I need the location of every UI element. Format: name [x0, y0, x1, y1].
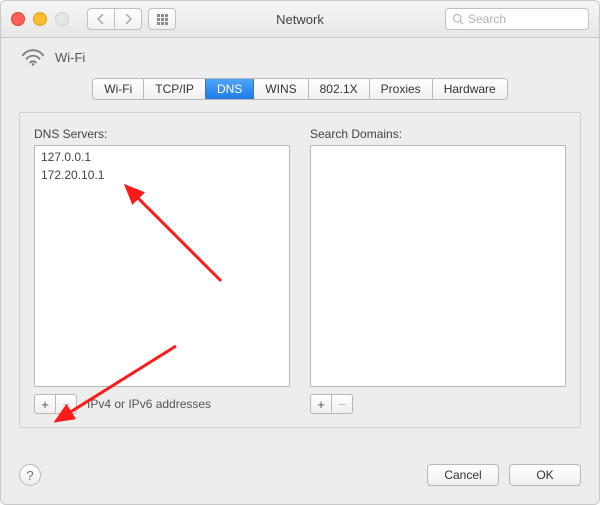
dns-panel: DNS Servers: 127.0.0.1172.20.10.1 + − IP… [19, 112, 581, 428]
dns-servers-column: DNS Servers: 127.0.0.1172.20.10.1 + − IP… [34, 127, 290, 415]
cancel-button[interactable]: Cancel [427, 464, 499, 486]
back-button[interactable] [88, 9, 114, 29]
chevron-left-icon [97, 14, 105, 24]
toolbar-nav-group [87, 8, 176, 30]
search-field[interactable]: Search [445, 8, 589, 30]
remove-dns-server-button[interactable]: − [55, 395, 76, 413]
close-window-button[interactable] [11, 12, 25, 26]
search-wrap: Search [445, 8, 589, 30]
dns-servers-footer: + − IPv4 or IPv6 addresses [34, 393, 290, 415]
dns-servers-label: DNS Servers: [34, 127, 290, 141]
preferences-window: Network Search Wi-Fi Wi-FiTCP/IPDNSWINS8… [0, 0, 600, 505]
tab-tcp-ip[interactable]: TCP/IP [143, 79, 205, 99]
tab-hardware[interactable]: Hardware [432, 79, 507, 99]
dns-hint: IPv4 or IPv6 addresses [87, 397, 211, 411]
help-button[interactable]: ? [19, 464, 41, 486]
dns-servers-plusminus: + − [34, 394, 77, 414]
tab-proxies[interactable]: Proxies [369, 79, 432, 99]
tab-row: Wi-FiTCP/IPDNSWINS802.1XProxiesHardware [1, 70, 599, 112]
tab-wins[interactable]: WINS [253, 79, 307, 99]
ok-button[interactable]: OK [509, 464, 581, 486]
dns-server-entry[interactable]: 127.0.0.1 [41, 148, 283, 166]
search-domains-list[interactable] [310, 145, 566, 387]
dns-columns: DNS Servers: 127.0.0.1172.20.10.1 + − IP… [34, 127, 566, 415]
zoom-window-button [55, 12, 69, 26]
connection-header: Wi-Fi [1, 38, 599, 70]
tab-dns[interactable]: DNS [205, 79, 253, 99]
tab-wi-fi[interactable]: Wi-Fi [93, 79, 143, 99]
search-icon [452, 13, 464, 25]
titlebar: Network Search [1, 1, 599, 38]
dns-server-entry[interactable]: 172.20.10.1 [41, 166, 283, 184]
add-search-domain-button[interactable]: + [311, 395, 331, 413]
dialog-actions: Cancel OK [427, 464, 581, 486]
minimize-window-button[interactable] [33, 12, 47, 26]
tab-segment: Wi-FiTCP/IPDNSWINS802.1XProxiesHardware [92, 78, 507, 100]
search-domains-footer: + − [310, 393, 566, 415]
wifi-icon [21, 48, 45, 66]
search-domains-plusminus: + − [310, 394, 353, 414]
grid-icon [157, 14, 168, 25]
dns-servers-list[interactable]: 127.0.0.1172.20.10.1 [34, 145, 290, 387]
search-domains-column: Search Domains: + − [310, 127, 566, 415]
search-domains-label: Search Domains: [310, 127, 566, 141]
search-placeholder: Search [468, 12, 506, 26]
connection-name: Wi-Fi [55, 50, 85, 65]
tab-802-1x[interactable]: 802.1X [308, 79, 369, 99]
forward-button[interactable] [114, 9, 141, 29]
remove-search-domain-button[interactable]: − [331, 395, 352, 413]
traffic-lights [11, 12, 69, 26]
add-dns-server-button[interactable]: + [35, 395, 55, 413]
chevron-right-icon [124, 14, 132, 24]
show-all-button[interactable] [148, 8, 176, 30]
bottom-bar: ? Cancel OK [1, 454, 599, 504]
back-forward-segment [87, 8, 142, 30]
